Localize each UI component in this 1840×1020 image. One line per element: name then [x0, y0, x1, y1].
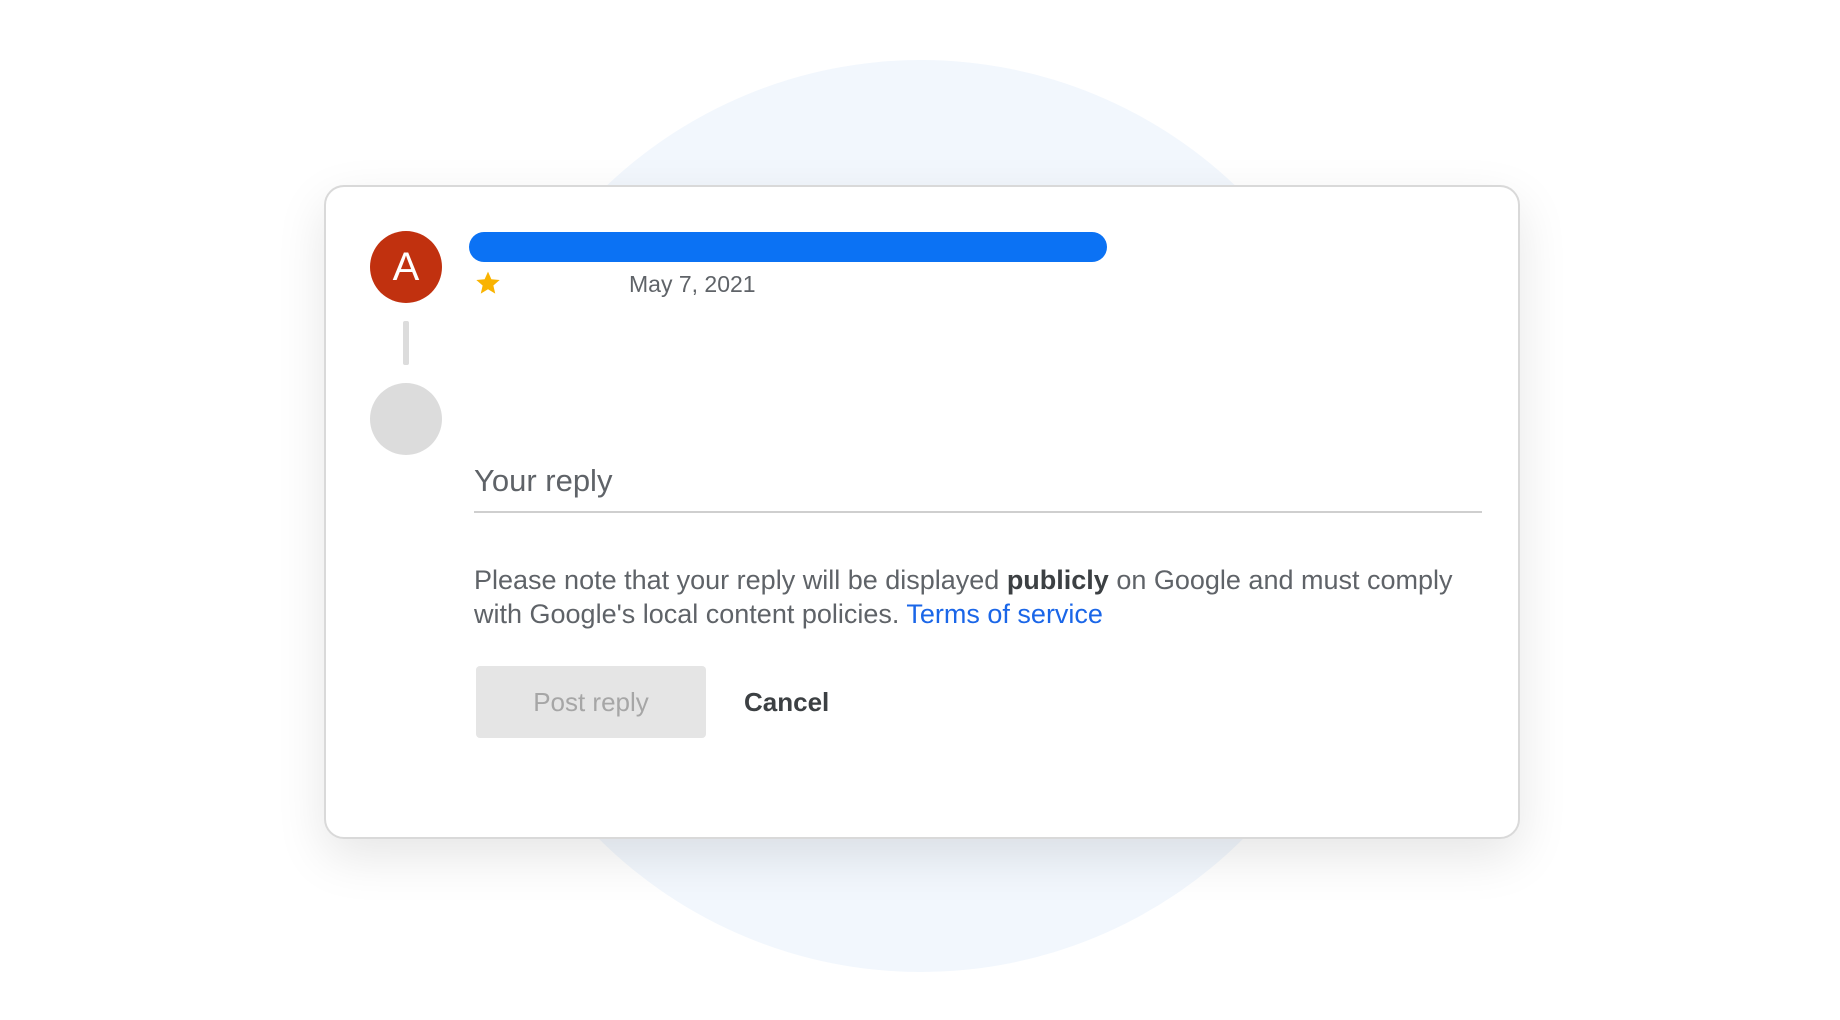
post-reply-button[interactable]: Post reply	[476, 666, 706, 738]
reply-input[interactable]	[474, 457, 1482, 513]
notice-text: Please note that your reply will be disp…	[474, 565, 1007, 595]
reviewer-avatar-initial: A	[392, 245, 420, 289]
public-reply-notice: Please note that your reply will be disp…	[474, 563, 1464, 631]
notice-bold-text: publicly	[1006, 565, 1109, 595]
owner-avatar-placeholder	[370, 383, 442, 455]
terms-of-service-link[interactable]: Terms of service	[906, 599, 1103, 629]
reviewer-name-redacted	[469, 232, 1107, 262]
review-reply-card: A May 7, 2021 Please note that your repl…	[324, 185, 1520, 839]
thread-connector	[403, 321, 409, 365]
cancel-button[interactable]: Cancel	[726, 666, 847, 738]
star-icon	[476, 271, 500, 294]
reviewer-avatar: A	[370, 231, 442, 303]
review-date: May 7, 2021	[629, 271, 756, 297]
